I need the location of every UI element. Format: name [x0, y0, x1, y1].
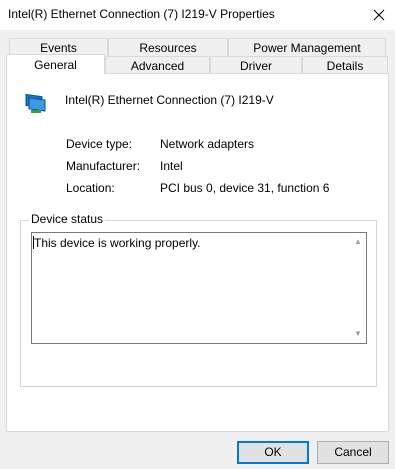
tab-power-management[interactable]: Power Management — [228, 38, 386, 56]
device-status-text: This device is working properly. — [34, 236, 201, 250]
scroll-down-icon[interactable]: ▼ — [352, 328, 364, 340]
manufacturer-value: Intel — [160, 159, 183, 173]
location-label: Location: — [66, 181, 115, 195]
location-value: PCI bus 0, device 31, function 6 — [160, 181, 330, 195]
tab-details[interactable]: Details — [302, 56, 388, 74]
device-name: Intel(R) Ethernet Connection (7) I219-V — [65, 93, 274, 107]
network-adapter-icon — [23, 90, 47, 114]
device-status-label: Device status — [29, 212, 106, 226]
tab-resources[interactable]: Resources — [108, 38, 228, 56]
window-title: Intel(R) Ethernet Connection (7) I219-V … — [8, 7, 275, 21]
device-type-label: Device type: — [66, 137, 133, 151]
scroll-up-icon[interactable]: ▲ — [352, 236, 364, 248]
device-status-textbox[interactable]: This device is working properly. ▲ ▼ — [31, 232, 367, 344]
manufacturer-label: Manufacturer: — [66, 159, 141, 173]
tab-advanced[interactable]: Advanced — [105, 56, 210, 74]
close-icon[interactable] — [369, 5, 389, 25]
cancel-button[interactable]: Cancel — [317, 441, 389, 464]
tab-general[interactable]: General — [6, 54, 105, 74]
ok-button[interactable]: OK — [237, 441, 309, 464]
title-bar: Intel(R) Ethernet Connection (7) I219-V … — [0, 0, 395, 30]
device-type-value: Network adapters — [160, 137, 255, 151]
tab-driver[interactable]: Driver — [210, 56, 302, 74]
